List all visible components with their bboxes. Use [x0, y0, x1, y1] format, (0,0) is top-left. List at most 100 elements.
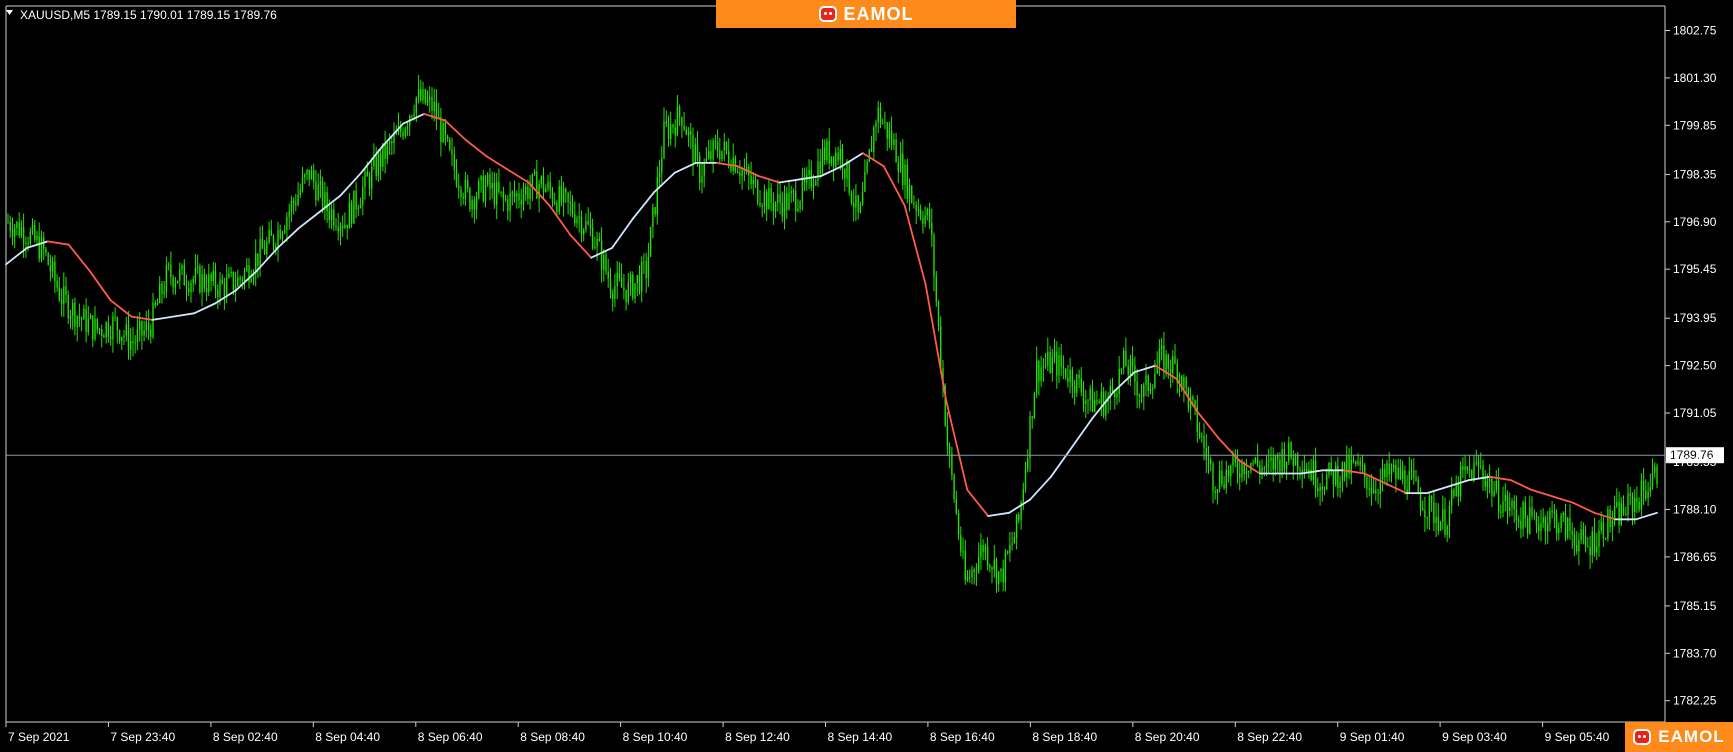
- candle-body: [529, 188, 531, 199]
- candle-body: [145, 322, 147, 331]
- candle-body: [377, 154, 380, 177]
- candle-body: [89, 315, 92, 319]
- candle-body: [768, 188, 770, 210]
- candle-body: [993, 559, 995, 570]
- candle-body: [201, 273, 203, 293]
- candle-body: [58, 287, 60, 300]
- candle-body: [692, 134, 694, 163]
- candle-body: [1136, 381, 1138, 396]
- candle-body: [538, 183, 540, 199]
- candle-body: [681, 117, 683, 126]
- candle-body: [11, 230, 14, 237]
- candle-body: [980, 544, 982, 557]
- robot-icon: [818, 6, 837, 22]
- candle-body: [1306, 469, 1308, 472]
- candle-body: [1364, 465, 1366, 477]
- candle-body: [629, 274, 632, 283]
- candle-body: [1424, 510, 1426, 518]
- candle-body: [569, 201, 571, 203]
- candle-body: [777, 194, 779, 203]
- candle-body: [1408, 471, 1410, 494]
- candle-body: [165, 265, 168, 292]
- candle-body: [1221, 470, 1223, 485]
- candle-body: [375, 156, 377, 177]
- candle-body: [1381, 468, 1384, 480]
- candle-body: [759, 202, 761, 206]
- candle-body: [1511, 500, 1513, 507]
- candle-body: [868, 149, 870, 162]
- candle-body: [210, 274, 212, 281]
- candle-body: [1442, 509, 1444, 523]
- candle-body: [1259, 465, 1261, 473]
- candle-body: [192, 279, 194, 283]
- candle-body: [1399, 467, 1402, 479]
- candle-body: [1439, 522, 1442, 531]
- candle-body: [946, 425, 949, 446]
- candle-body: [821, 147, 824, 174]
- candle-body: [761, 205, 763, 207]
- candle-body: [406, 125, 409, 129]
- y-tick-label: 1792.50: [1673, 359, 1717, 373]
- candle-body: [444, 123, 447, 136]
- candle-body: [1647, 491, 1649, 499]
- candle-body: [1227, 469, 1230, 477]
- candle-body: [275, 246, 277, 248]
- candle-body: [587, 221, 589, 225]
- candle-body: [647, 256, 650, 279]
- candle-body: [1154, 373, 1156, 388]
- y-tick-label: 1791.05: [1673, 406, 1717, 420]
- candle-body: [440, 117, 442, 143]
- candle-body: [130, 341, 132, 350]
- candle-body: [1448, 505, 1451, 527]
- candle-body: [1120, 368, 1123, 370]
- candle-body: [51, 261, 54, 272]
- candle-body: [627, 282, 629, 302]
- candle-body: [393, 134, 395, 143]
- candle-body: [935, 276, 937, 302]
- candle-body: [212, 270, 214, 281]
- candle-body: [1526, 518, 1529, 534]
- candle-body: [812, 185, 815, 188]
- candle-body: [1484, 477, 1486, 487]
- candle-body: [313, 170, 315, 182]
- chart-canvas[interactable]: 1789.76 1802.751801.301799.851798.351796…: [0, 0, 1733, 752]
- candle-body: [1627, 493, 1629, 515]
- candle-body: [817, 161, 819, 181]
- candle-body: [1169, 368, 1172, 374]
- price-chart[interactable]: 1789.76 1802.75 1801.30 1799.85 1798.35 1796…: [0, 0, 1733, 752]
- candle-body: [670, 124, 672, 139]
- candle-body: [708, 151, 710, 158]
- candle-body: [1236, 461, 1239, 474]
- candle-body: [1558, 528, 1560, 534]
- candle-body: [114, 316, 116, 318]
- candle-body: [1212, 464, 1214, 491]
- candle-body: [217, 290, 219, 298]
- candle-body: [600, 240, 603, 270]
- candle-body: [795, 191, 797, 211]
- candle-body: [163, 291, 165, 294]
- candle-body: [290, 200, 293, 212]
- candle-body: [888, 130, 891, 139]
- candle-body: [339, 225, 342, 232]
- candle-body: [623, 287, 625, 290]
- candle-body: [690, 131, 692, 135]
- candle-body: [159, 283, 161, 303]
- candle-body: [830, 156, 833, 164]
- candle-body: [63, 286, 65, 305]
- candle-body: [223, 283, 226, 297]
- candle-body: [1366, 476, 1368, 489]
- candle-body: [1634, 498, 1636, 512]
- candle-body: [1457, 482, 1460, 497]
- candle-body: [844, 169, 846, 179]
- candle-body: [25, 242, 27, 244]
- candle-body: [181, 265, 183, 270]
- candle-body: [536, 171, 538, 199]
- candle-body: [1308, 469, 1310, 472]
- candle-body: [951, 453, 953, 476]
- candle-body: [678, 106, 681, 118]
- x-tick-label: 8 Sep 14:40: [828, 730, 893, 744]
- candle-body: [1024, 468, 1027, 490]
- candle-body: [1143, 384, 1145, 397]
- candle-body: [1245, 471, 1248, 475]
- banner-text: EAMOL: [843, 3, 914, 24]
